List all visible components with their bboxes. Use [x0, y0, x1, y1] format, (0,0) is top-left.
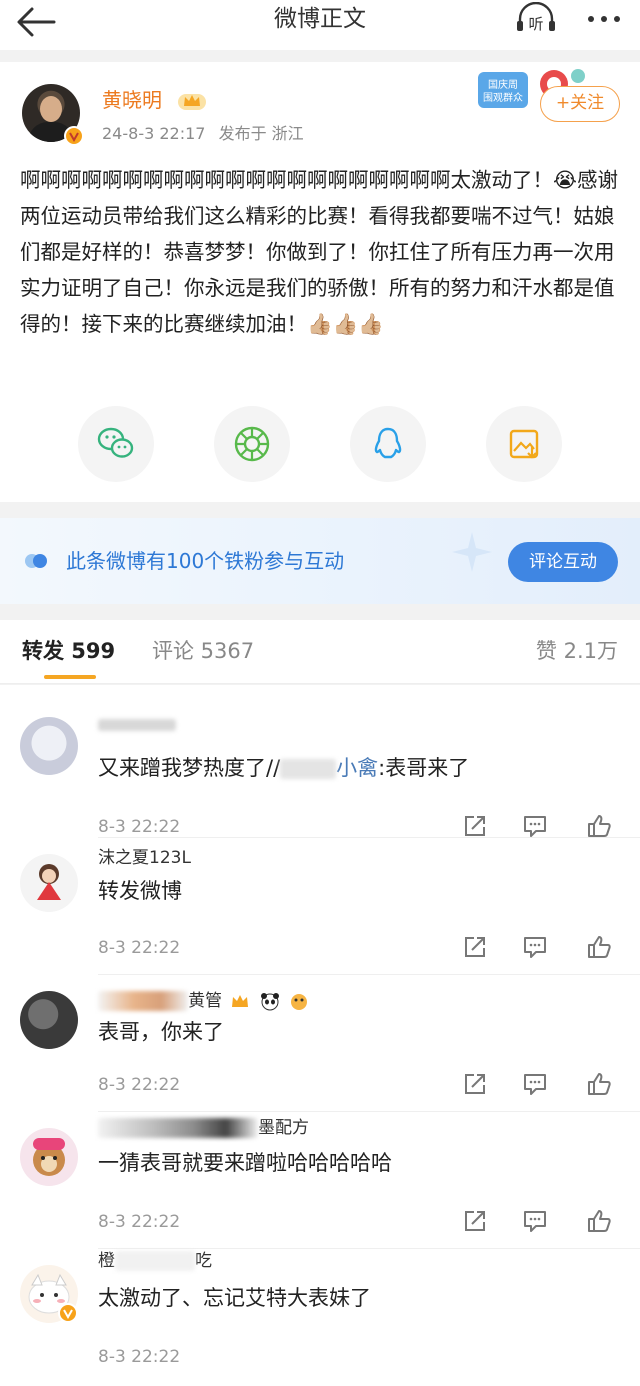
repost-icon[interactable] [462, 813, 488, 839]
sparkle-decoration-icon [442, 528, 502, 578]
comment-icon[interactable] [522, 1208, 548, 1234]
verified-badge-icon [64, 126, 84, 146]
commenter-name[interactable]: 橙吃 [98, 1249, 212, 1273]
list-item[interactable]: 沫之夏123L 转发微博 8-3 22:22 [0, 838, 640, 975]
repost-list: 又来蹭我梦热度了//小禽:表哥来了 8-3 22:22 沫之夏123L 转发微博… [0, 685, 640, 1386]
avatar[interactable] [20, 1128, 78, 1186]
avatar[interactable] [20, 717, 78, 775]
fan-banner-text: 此条微博有100个铁粉参与互动 [66, 549, 345, 573]
post-time: 24-8-3 22:17 [102, 124, 206, 143]
avatar[interactable] [20, 991, 78, 1049]
svg-text:围观群众: 围观群众 [483, 91, 523, 104]
comment-text: 又来蹭我梦热度了//小禽:表哥来了 [98, 756, 470, 780]
more-dots-icon[interactable] [584, 4, 624, 34]
comment-actions [462, 934, 622, 964]
author-name[interactable]: 黄晓明 [102, 86, 162, 114]
list-item[interactable]: 橙吃 太激动了、忘记艾特大表妹了 8-3 22:22 [0, 1249, 640, 1386]
follow-button[interactable]: +关注 [540, 86, 620, 122]
comment-time: 8-3 22:22 [98, 817, 181, 837]
wechat-icon[interactable] [78, 406, 154, 482]
list-item[interactable]: 墨配方 一猜表哥就要来蹭啦哈哈哈哈哈 8-3 22:22 [0, 1112, 640, 1249]
comment-icon[interactable] [522, 1071, 548, 1097]
post-source: 发布于 浙江 [218, 124, 304, 143]
top-bar: 微博正文 听 [0, 0, 640, 50]
listen-label: 听 [528, 15, 543, 33]
fan-interaction-icon [24, 552, 54, 570]
thumbs-up-icon[interactable] [586, 813, 612, 839]
iron-fan-banner: 此条微博有100个铁粉参与互动 评论互动 [0, 518, 640, 604]
post-card: 黄晓明 24-8-3 22:17 发布于 浙江 国庆周 围观群众 +关注 啊啊啊… [0, 62, 640, 502]
repost-icon[interactable] [462, 1071, 488, 1097]
crown-badge-icon [176, 88, 208, 112]
comment-interact-button[interactable]: 评论互动 [508, 542, 618, 582]
tab-repost[interactable]: 转发 599 [22, 636, 115, 666]
comment-text: 转发微博 [98, 879, 182, 903]
list-item[interactable]: 黄管 表哥，你来了 8-3 22:22 [0, 975, 640, 1112]
commenter-name[interactable] [98, 713, 176, 737]
repost-icon[interactable] [462, 1208, 488, 1234]
comment-time: 8-3 22:22 [98, 938, 181, 958]
comment-icon[interactable] [522, 813, 548, 839]
svg-text:国庆周: 国庆周 [488, 78, 518, 91]
pufferfish-emoji-icon [291, 994, 308, 1010]
repost-icon[interactable] [462, 934, 488, 960]
comment-text: 表哥，你来了 [98, 1020, 224, 1044]
tab-comment[interactable]: 评论 5367 [152, 636, 254, 666]
commenter-name[interactable]: 墨配方 [98, 1116, 309, 1140]
qq-icon[interactable] [350, 406, 426, 482]
share-row [0, 406, 640, 486]
active-tab-indicator [44, 675, 96, 679]
thumbs-up-icon[interactable] [586, 1071, 612, 1097]
thumbs-up-icon[interactable] [586, 1208, 612, 1234]
commenter-name[interactable]: 黄管 [98, 989, 310, 1013]
tab-bar: 转发 599 评论 5367 赞 2.1万 [0, 620, 640, 684]
crown-badge-icon [232, 995, 249, 1007]
comment-icon[interactable] [522, 934, 548, 960]
comment-time: 8-3 22:22 [98, 1212, 181, 1232]
panda-emoji-icon [260, 993, 279, 1011]
comment-time: 8-3 22:22 [98, 1075, 181, 1095]
moments-icon[interactable] [214, 406, 290, 482]
post-meta: 24-8-3 22:17 发布于 浙江 [102, 122, 312, 146]
commenter-name[interactable]: 沫之夏123L [98, 846, 191, 870]
save-image-icon[interactable] [486, 406, 562, 482]
avatar[interactable] [20, 854, 78, 912]
list-item[interactable]: 又来蹭我梦热度了//小禽:表哥来了 8-3 22:22 [0, 701, 640, 838]
comment-actions [462, 1208, 622, 1238]
comment-actions [462, 1071, 622, 1101]
verified-badge-icon [58, 1303, 78, 1323]
thumbs-up-icon[interactable] [586, 934, 612, 960]
headphones-icon[interactable]: 听 [514, 1, 558, 36]
tab-like[interactable]: 赞 2.1万 [536, 636, 618, 666]
post-text: 啊啊啊啊啊啊啊啊啊啊啊啊啊啊啊啊啊啊啊啊啊太激动了！😭感谢两位运动员带给我们这么… [20, 168, 618, 336]
comment-text: 一猜表哥就要来蹭啦哈哈哈哈哈 [98, 1151, 392, 1175]
comment-text: 太激动了、忘记艾特大表妹了 [98, 1286, 371, 1310]
comment-time: 8-3 22:22 [98, 1347, 181, 1367]
